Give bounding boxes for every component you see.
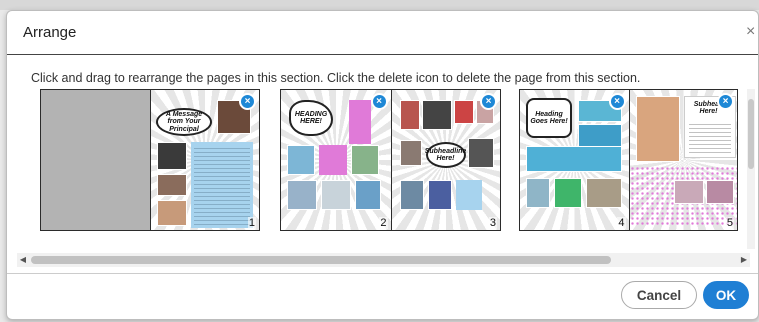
scroll-left-icon[interactable]: ◀ xyxy=(17,253,29,267)
photo xyxy=(526,178,550,208)
photo xyxy=(287,145,315,175)
page-thumbnail[interactable]: Subhead Here! 5 × xyxy=(628,90,737,230)
photo xyxy=(287,180,317,210)
cancel-button[interactable]: Cancel xyxy=(621,281,697,309)
page-thumbnail[interactable]: Heading Goes Here! 4 × xyxy=(520,90,629,230)
delete-page-icon[interactable]: × xyxy=(239,93,256,110)
page-spread[interactable]: HEADING HERE! 2 × Subheadline Here! 3 × xyxy=(280,89,501,231)
speech-bubble: Heading Goes Here! xyxy=(526,98,572,138)
photo xyxy=(467,138,494,168)
delete-page-icon[interactable]: × xyxy=(480,93,497,110)
horizontal-scrollbar[interactable]: ◀ ▶ xyxy=(17,253,750,267)
dialog-title: Arrange xyxy=(23,24,77,41)
color-block xyxy=(319,145,347,175)
portrait-photo xyxy=(635,96,680,162)
page-thumbnail[interactable]: HEADING HERE! 2 × xyxy=(281,90,391,230)
instructions-text: Click and drag to rearrange the pages in… xyxy=(31,71,641,85)
color-block xyxy=(349,100,371,144)
close-icon[interactable]: × xyxy=(746,23,758,41)
photo xyxy=(157,200,187,226)
photo xyxy=(427,180,452,210)
photo xyxy=(351,145,379,175)
text-block xyxy=(191,142,253,228)
delete-page-icon[interactable]: × xyxy=(608,93,626,110)
photo xyxy=(399,140,422,166)
speech-bubble: HEADING HERE! xyxy=(289,100,333,136)
page-spread[interactable]: Heading Goes Here! 4 × Subhead Here! 5 × xyxy=(519,89,738,231)
page-thumbnail[interactable]: Subheadline Here! 3 × xyxy=(390,90,500,230)
photo xyxy=(399,180,424,210)
photo xyxy=(526,146,622,172)
speech-bubble: Subheadline Here! xyxy=(425,142,466,168)
blank-page xyxy=(41,90,150,230)
page-spread[interactable]: A Message from Your Principal 1 × xyxy=(40,89,260,231)
page-number: 2 xyxy=(379,217,388,229)
speech-bubble: A Message from Your Principal xyxy=(156,108,212,136)
photo xyxy=(321,180,351,210)
page-number: 1 xyxy=(247,217,256,229)
footer-divider xyxy=(7,273,758,274)
scroll-right-icon[interactable]: ▶ xyxy=(738,253,750,267)
photo xyxy=(157,142,187,170)
photo xyxy=(399,100,420,130)
ok-button[interactable]: OK xyxy=(703,281,749,309)
vertical-scrollbar[interactable] xyxy=(747,89,755,249)
photo xyxy=(453,100,474,124)
photo xyxy=(586,178,622,208)
delete-page-icon[interactable]: × xyxy=(370,93,388,110)
scrollbar-thumb[interactable] xyxy=(31,256,611,264)
text-block xyxy=(455,180,482,210)
photo xyxy=(673,180,704,204)
pages-viewport: A Message from Your Principal 1 × HEADIN… xyxy=(15,89,755,263)
photo xyxy=(554,178,582,208)
dialog-header: Arrange × xyxy=(7,11,758,55)
scrollbar-thumb[interactable] xyxy=(748,99,754,169)
photo xyxy=(157,174,187,196)
page-number: 3 xyxy=(488,217,497,229)
photo xyxy=(578,124,622,148)
photo xyxy=(705,180,734,204)
page-number: 4 xyxy=(617,217,626,229)
arrange-dialog: Arrange × Click and drag to rearrange th… xyxy=(6,10,759,320)
page-thumbnail[interactable]: A Message from Your Principal 1 × xyxy=(150,90,259,230)
photo xyxy=(355,180,381,210)
photo xyxy=(421,100,452,130)
background-window xyxy=(0,0,759,10)
delete-page-icon[interactable]: × xyxy=(717,93,734,110)
page-number: 5 xyxy=(725,217,734,229)
